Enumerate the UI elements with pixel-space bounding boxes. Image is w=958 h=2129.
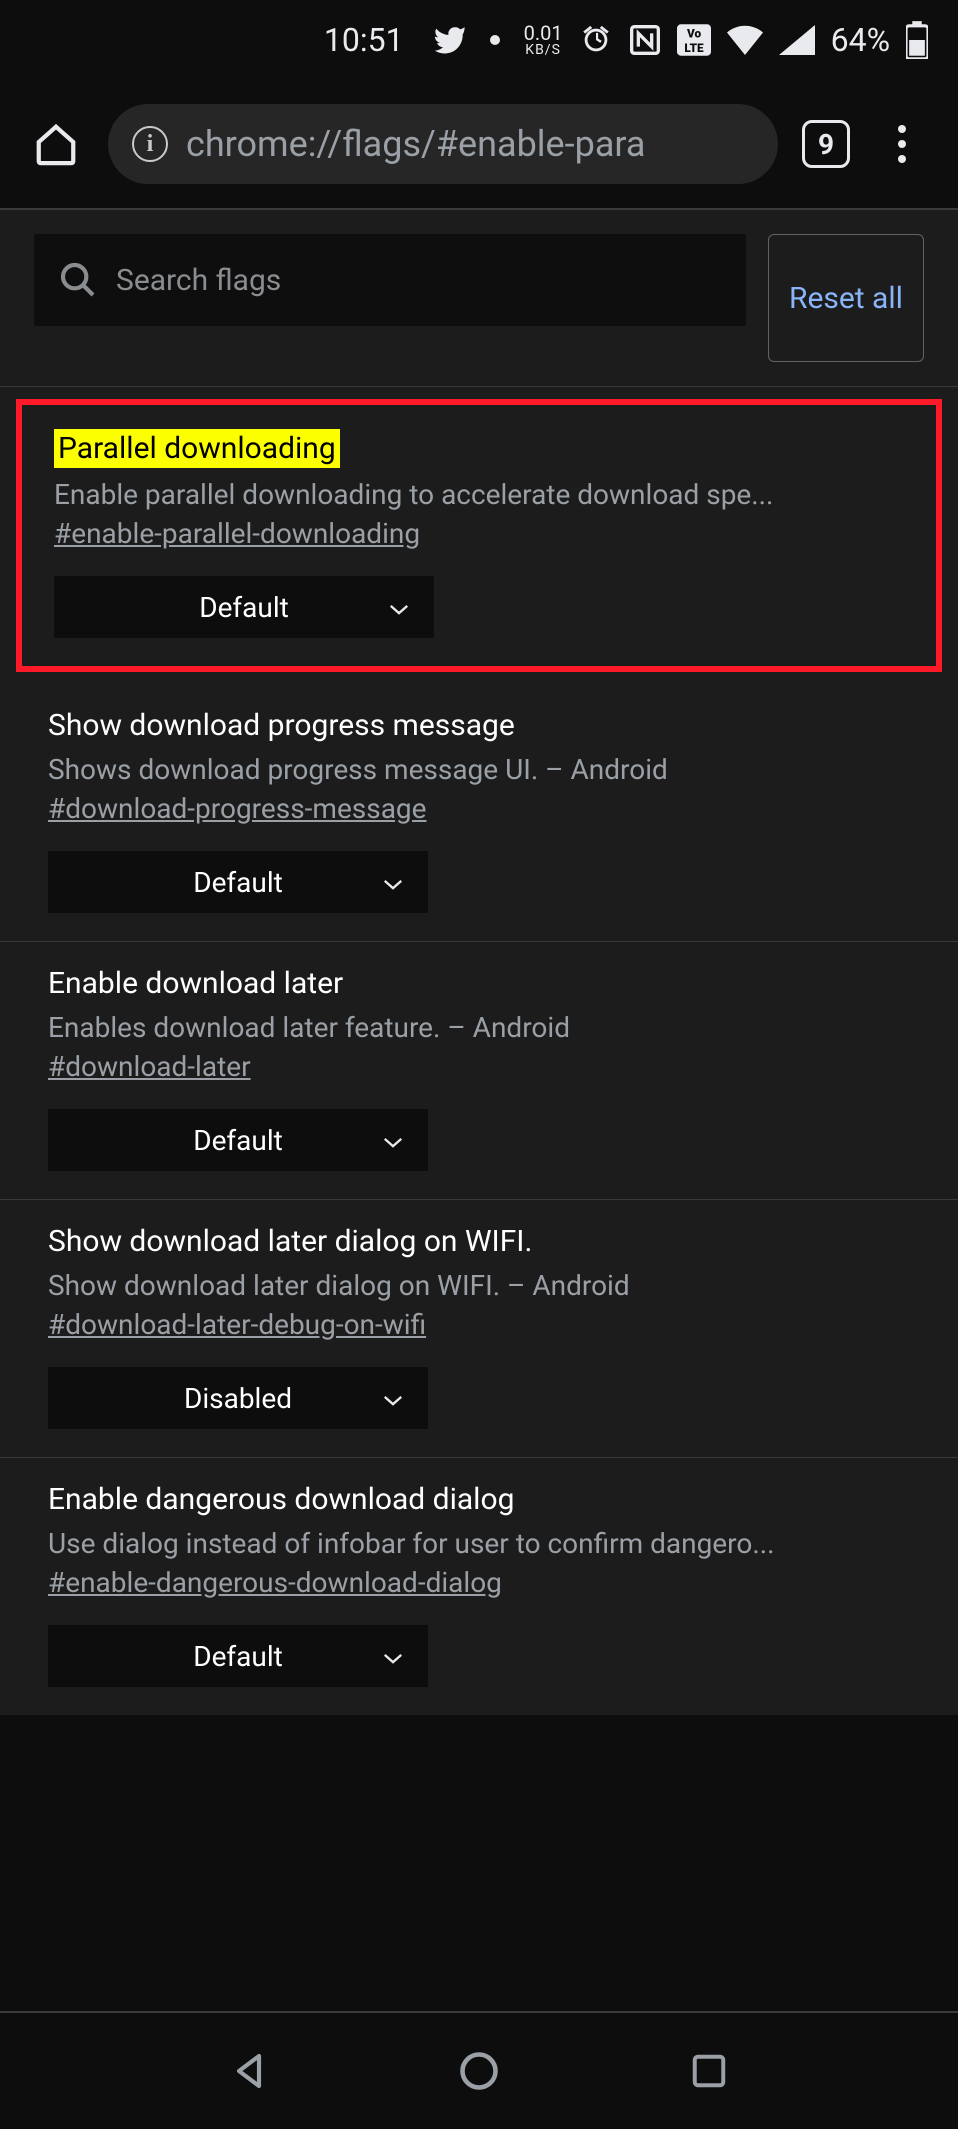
url-bar[interactable]: i chrome://flags/#enable-para xyxy=(108,104,778,184)
search-placeholder: Search flags xyxy=(116,263,281,298)
menu-button[interactable] xyxy=(874,116,930,172)
flag-title: Parallel downloading xyxy=(54,429,340,468)
flag-select[interactable]: Default xyxy=(48,851,428,913)
flags-page: Search flags Reset all Parallel download… xyxy=(0,208,958,1715)
flag-description: Use dialog instead of infobar for user t… xyxy=(48,1527,910,1560)
cellular-signal-icon: x xyxy=(779,25,815,55)
flag-select-value: Disabled xyxy=(184,1382,292,1415)
chevron-down-icon xyxy=(382,866,404,899)
flag-description: Shows download progress message UI. – An… xyxy=(48,753,910,786)
flag-description: Enable parallel downloading to accelerat… xyxy=(54,478,904,511)
chevron-down-icon xyxy=(382,1382,404,1415)
flag-anchor-link[interactable]: #enable-dangerous-download-dialog xyxy=(48,1566,502,1599)
flag-entry-download-progress-message: Show download progress message Shows dow… xyxy=(0,684,958,942)
flag-entry-download-later-wifi: Show download later dialog on WIFI. Show… xyxy=(0,1200,958,1458)
battery-icon xyxy=(906,21,928,59)
flag-title: Show download later dialog on WIFI. xyxy=(48,1224,532,1259)
nav-back-button[interactable] xyxy=(224,2046,274,2096)
url-text: chrome://flags/#enable-para xyxy=(186,123,645,165)
flag-entry-dangerous-download-dialog: Enable dangerous download dialog Use dia… xyxy=(0,1458,958,1715)
flags-list: Parallel downloading Enable parallel dow… xyxy=(0,386,958,1715)
info-icon: i xyxy=(132,126,168,162)
flag-anchor-link[interactable]: #download-progress-message xyxy=(48,792,427,825)
svg-text:LTE: LTE xyxy=(684,41,704,55)
nav-recent-button[interactable] xyxy=(684,2046,734,2096)
flag-description: Show download later dialog on WIFI. – An… xyxy=(48,1269,910,1302)
home-button[interactable] xyxy=(28,116,84,172)
wifi-icon xyxy=(727,25,763,55)
flag-select[interactable]: Default xyxy=(54,576,434,638)
flag-select[interactable]: Disabled xyxy=(48,1367,428,1429)
chevron-down-icon xyxy=(382,1640,404,1673)
flag-select-value: Default xyxy=(199,591,289,624)
flag-title: Enable download later xyxy=(48,966,343,1001)
flag-title: Show download progress message xyxy=(48,708,515,743)
flag-anchor-link[interactable]: #enable-parallel-downloading xyxy=(54,517,420,550)
nfc-icon xyxy=(629,24,661,56)
volte-icon: VoLTE xyxy=(677,24,711,56)
flag-anchor-link[interactable]: #download-later xyxy=(48,1050,251,1083)
flag-description: Enables download later feature. – Androi… xyxy=(48,1011,910,1044)
status-bar: 10:51 0.01 KB/S VoLTE x 64% xyxy=(0,0,958,80)
chevron-down-icon xyxy=(388,591,410,624)
reset-all-button[interactable]: Reset all xyxy=(768,234,924,362)
nav-home-button[interactable] xyxy=(454,2046,504,2096)
flag-entry-download-later: Enable download later Enables download l… xyxy=(0,942,958,1200)
status-dot-icon xyxy=(490,35,500,45)
flag-select[interactable]: Default xyxy=(48,1625,428,1687)
status-network-speed: 0.01 KB/S xyxy=(524,23,563,57)
flag-select-value: Default xyxy=(193,1124,283,1157)
chevron-down-icon xyxy=(382,1124,404,1157)
android-nav-bar xyxy=(0,2011,958,2129)
flag-title: Enable dangerous download dialog xyxy=(48,1482,514,1517)
flag-select-value: Default xyxy=(193,866,283,899)
svg-text:Vo: Vo xyxy=(686,26,702,40)
status-time: 10:51 xyxy=(324,21,404,59)
twitter-icon xyxy=(432,23,466,57)
flag-entry-parallel-downloading: Parallel downloading Enable parallel dow… xyxy=(16,399,942,672)
flag-select[interactable]: Default xyxy=(48,1109,428,1171)
more-vert-icon xyxy=(898,125,906,163)
status-battery-percent: 64% xyxy=(831,21,890,59)
alarm-icon xyxy=(579,23,613,57)
flag-anchor-link[interactable]: #download-later-debug-on-wifi xyxy=(48,1308,426,1341)
svg-text:x: x xyxy=(785,25,793,43)
flag-select-value: Default xyxy=(193,1640,283,1673)
browser-toolbar: i chrome://flags/#enable-para 9 xyxy=(0,80,958,208)
search-input[interactable]: Search flags xyxy=(34,234,746,326)
search-icon xyxy=(58,260,98,300)
search-row: Search flags Reset all xyxy=(0,210,958,386)
tabs-button[interactable]: 9 xyxy=(802,120,850,168)
